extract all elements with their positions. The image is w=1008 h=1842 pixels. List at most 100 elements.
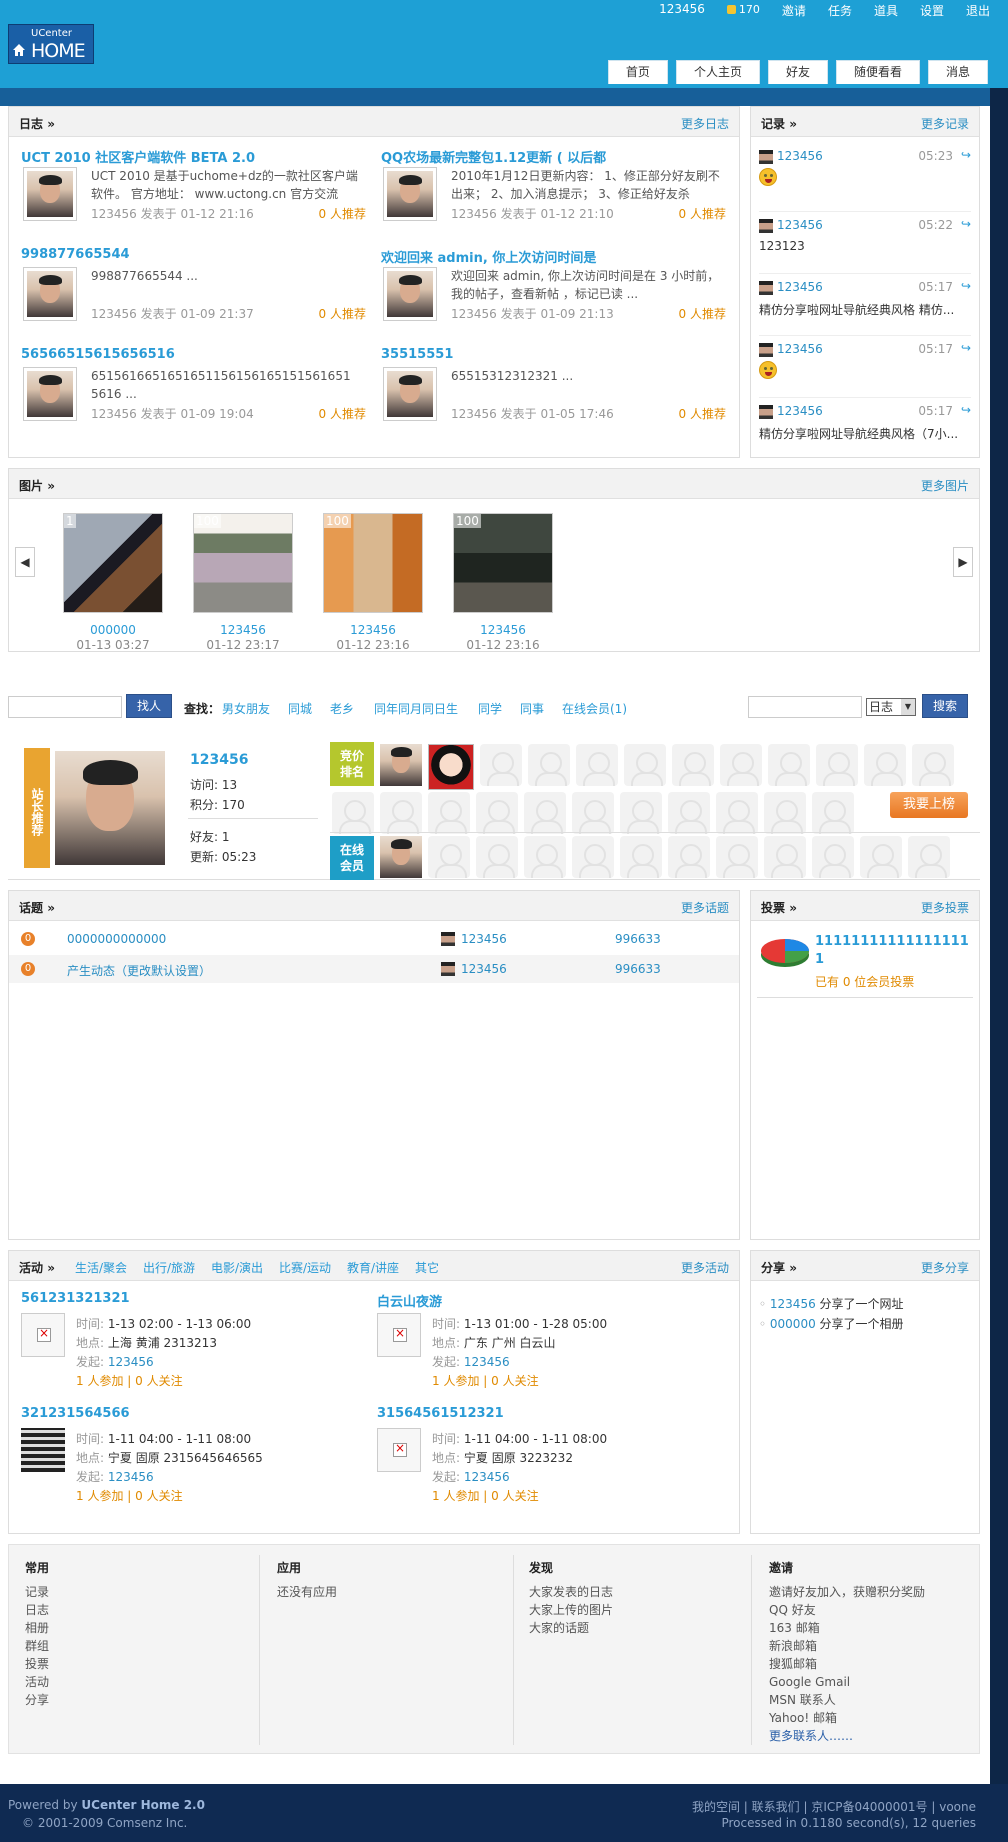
avatar[interactable] <box>383 267 437 321</box>
footer-link[interactable]: QQ 好友 <box>769 1601 969 1619</box>
topic-user[interactable]: 123456 <box>461 932 507 946</box>
photo-thumbnail[interactable]: 100 <box>193 513 293 613</box>
prev-arrow[interactable]: ◀ <box>15 547 35 577</box>
footer-link[interactable]: Yahoo! 邮箱 <box>769 1709 969 1727</box>
avatar[interactable] <box>383 167 437 221</box>
topic-user[interactable]: 123456 <box>461 962 507 976</box>
footer-link[interactable]: 还没有应用 <box>277 1583 527 1601</box>
photo-item[interactable]: 1 000000 01-13 03:27 <box>51 513 181 663</box>
event-title[interactable]: 321231564566 <box>21 1406 130 1421</box>
footer-link[interactable]: 分享 <box>25 1691 275 1709</box>
nav-home[interactable]: 首页 <box>607 60 668 84</box>
filter-link[interactable]: 同年同月同日生 <box>374 700 458 717</box>
blog-item-title[interactable]: 56566515615656516 <box>21 347 175 362</box>
avatar[interactable] <box>759 404 773 419</box>
avatar[interactable] <box>23 267 77 321</box>
blog-item-author[interactable]: 123456 <box>91 207 137 221</box>
event-category[interactable]: 教育/讲座 <box>347 1259 399 1276</box>
settings-link[interactable]: 设置 <box>920 2 944 19</box>
photo-thumbnail[interactable]: 1 <box>63 513 163 613</box>
footer-link[interactable]: 搜狐邮箱 <box>769 1655 969 1673</box>
footer-link[interactable]: 大家的话题 <box>529 1619 779 1637</box>
star-avatar[interactable] <box>52 748 168 868</box>
footer-link[interactable]: 投票 <box>25 1655 275 1673</box>
reply-icon[interactable]: ↪ <box>961 279 971 293</box>
event-host[interactable]: 123456 <box>108 1355 154 1369</box>
event-host[interactable]: 123456 <box>464 1470 510 1484</box>
record-user[interactable]: 123456 <box>777 218 823 232</box>
more-polls-link[interactable]: 更多投票 <box>921 899 969 916</box>
filter-link[interactable]: 在线会员(1) <box>562 700 627 717</box>
reply-icon[interactable]: ↪ <box>961 217 971 231</box>
avatar[interactable] <box>380 836 422 878</box>
photo-item[interactable]: 100 123456 01-12 23:17 <box>181 513 311 663</box>
filter-link[interactable]: 同事 <box>520 700 544 717</box>
search-type-select[interactable]: 日志 ▼ <box>866 698 916 716</box>
people-search-input[interactable] <box>8 696 122 718</box>
avatar[interactable] <box>759 218 773 233</box>
broken-image-icon[interactable] <box>377 1428 421 1472</box>
record-user[interactable]: 123456 <box>777 149 823 163</box>
record-user[interactable]: 123456 <box>777 404 823 418</box>
footer-link[interactable]: 大家发表的日志 <box>529 1583 779 1601</box>
blog-item-title[interactable]: 998877665544 <box>21 247 130 262</box>
event-host[interactable]: 123456 <box>464 1355 510 1369</box>
footer-link[interactable]: 163 邮箱 <box>769 1619 969 1637</box>
logout-link[interactable]: 退出 <box>966 2 990 19</box>
reply-icon[interactable]: ↪ <box>961 341 971 355</box>
brand-link[interactable]: UCenter Home 2.0 <box>81 1798 205 1812</box>
blog-item-author[interactable]: 123456 <box>451 407 497 421</box>
blog-item-author[interactable]: 123456 <box>91 307 137 321</box>
get-listed-button[interactable]: 我要上榜 <box>890 792 968 818</box>
nav-friends[interactable]: 好友 <box>767 60 828 84</box>
more-events-link[interactable]: 更多活动 <box>681 1259 729 1276</box>
blog-item-title[interactable]: UCT 2010 社区客户端软件 BETA 2.0 <box>21 147 255 166</box>
footer-link[interactable]: 群组 <box>25 1637 275 1655</box>
footer-link[interactable]: 活动 <box>25 1673 275 1691</box>
photo-item[interactable]: 100 123456 01-12 23:16 <box>311 513 441 663</box>
footer-link[interactable]: MSN 联系人 <box>769 1691 969 1709</box>
blog-item-author[interactable]: 123456 <box>451 207 497 221</box>
task-link[interactable]: 任务 <box>828 2 852 19</box>
topic-id[interactable]: 996633 <box>615 932 661 946</box>
tools-link[interactable]: 道具 <box>874 2 898 19</box>
photo-author[interactable]: 000000 <box>51 623 175 637</box>
event-image[interactable] <box>21 1428 65 1472</box>
event-category[interactable]: 电影/演出 <box>211 1259 263 1276</box>
avatar[interactable] <box>441 962 455 976</box>
filter-link[interactable]: 同城 <box>288 700 312 717</box>
star-name[interactable]: 123456 <box>190 752 248 768</box>
reply-icon[interactable]: ↪ <box>961 403 971 417</box>
next-arrow[interactable]: ▶ <box>953 547 973 577</box>
footer-link[interactable]: 大家上传的图片 <box>529 1601 779 1619</box>
event-title[interactable]: 561231321321 <box>21 1291 130 1306</box>
footer-link[interactable]: 日志 <box>25 1601 275 1619</box>
blog-item-title[interactable]: 欢迎回来 admin, 你上次访问时间是 <box>381 247 596 266</box>
nav-profile[interactable]: 个人主页 <box>675 60 760 84</box>
share-user[interactable]: 123456 <box>770 1297 816 1311</box>
footer-link[interactable]: 更多联系人…… <box>769 1727 969 1745</box>
nav-messages[interactable]: 消息 <box>927 60 988 84</box>
topic-name[interactable]: 产生动态（更改默认设置） <box>67 962 211 979</box>
filter-link[interactable]: 男女朋友 <box>222 700 270 717</box>
topic-id[interactable]: 996633 <box>615 962 661 976</box>
filter-link[interactable]: 老乡 <box>330 700 354 717</box>
site-search-input[interactable] <box>748 696 862 718</box>
photo-item[interactable]: 100 123456 01-12 23:16 <box>441 513 571 663</box>
blog-item-author[interactable]: 123456 <box>91 407 137 421</box>
event-title[interactable]: 31564561512321 <box>377 1406 504 1421</box>
filter-link[interactable]: 同学 <box>478 700 502 717</box>
share-user[interactable]: 000000 <box>770 1317 816 1331</box>
avatar[interactable] <box>383 367 437 421</box>
footer-link[interactable]: Google Gmail <box>769 1673 969 1691</box>
photo-thumbnail[interactable]: 100 <box>323 513 423 613</box>
avatar[interactable] <box>23 167 77 221</box>
blog-item-title[interactable]: 35515551 <box>381 347 453 362</box>
avatar[interactable] <box>759 342 773 357</box>
avatar[interactable] <box>23 367 77 421</box>
broken-image-icon[interactable] <box>21 1313 65 1357</box>
reply-icon[interactable]: ↪ <box>961 148 971 162</box>
search-button[interactable]: 搜索 <box>922 694 968 718</box>
avatar[interactable] <box>759 280 773 295</box>
event-category[interactable]: 比赛/运动 <box>279 1259 331 1276</box>
